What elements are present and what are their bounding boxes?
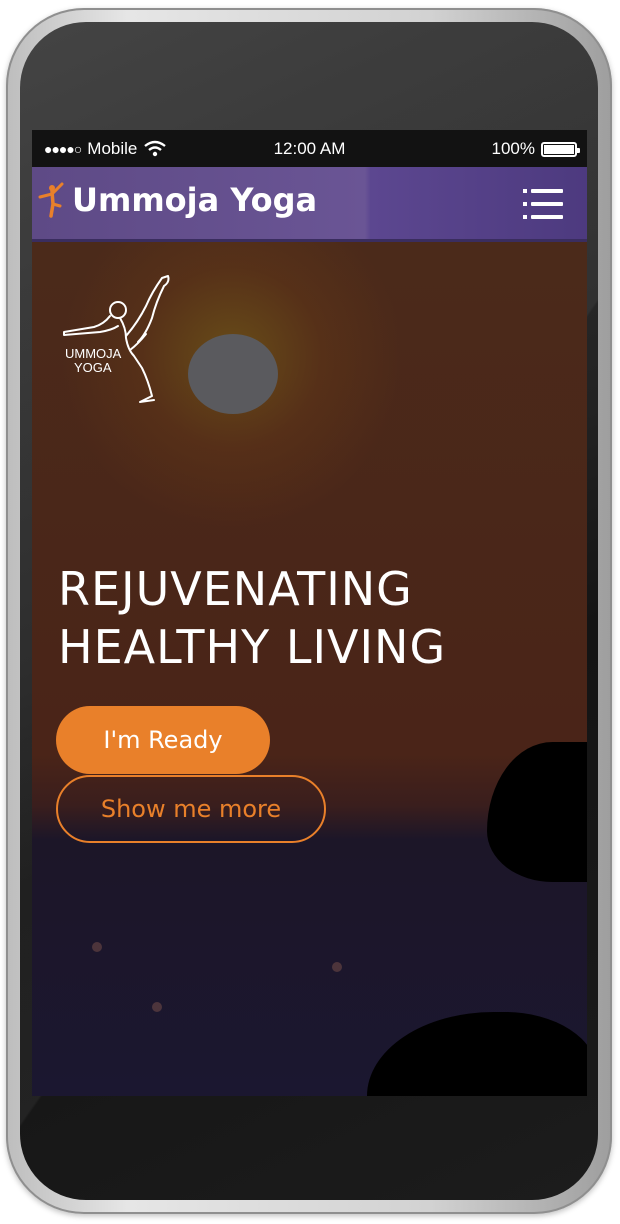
battery-icon (541, 141, 580, 157)
battery-percent: 100% (491, 139, 535, 158)
im-ready-button[interactable]: I'm Ready (56, 706, 270, 774)
yoga-logo-icon (63, 275, 170, 403)
app-header: Ummoja Yoga (32, 167, 587, 242)
show-me-more-button[interactable]: Show me more (56, 775, 326, 843)
rock-silhouette (367, 1012, 587, 1096)
logo-line-2: YOGA (74, 360, 112, 375)
sunset-sun (188, 334, 278, 414)
status-right: 100% (491, 139, 580, 159)
yoga-pose-icon (38, 182, 64, 218)
water-reflection (152, 1002, 162, 1012)
water-reflection (92, 942, 102, 952)
headline-line-2: HEALTHY LIVING (58, 620, 447, 674)
app-screen: ●●●●○ Mobile 12:00 AM 100% Ummoja Yoga U… (32, 130, 587, 1096)
brand[interactable]: Ummoja Yoga (38, 181, 317, 219)
app-title: Ummoja Yoga (72, 181, 318, 219)
logo-text: UMMOJA YOGA (65, 347, 121, 375)
headline-line-1: REJUVENATING (58, 562, 413, 616)
logo-line-1: UMMOJA (65, 346, 122, 361)
hero-section: UMMOJA YOGA REJUVENATING HEALTHY LIVING … (32, 242, 587, 1096)
water-reflection (332, 962, 342, 972)
hamburger-menu-icon[interactable] (523, 189, 563, 219)
hero-headline: REJUVENATING HEALTHY LIVING (58, 560, 446, 676)
rock-silhouette (487, 742, 587, 882)
status-bar: ●●●●○ Mobile 12:00 AM 100% (32, 130, 587, 167)
